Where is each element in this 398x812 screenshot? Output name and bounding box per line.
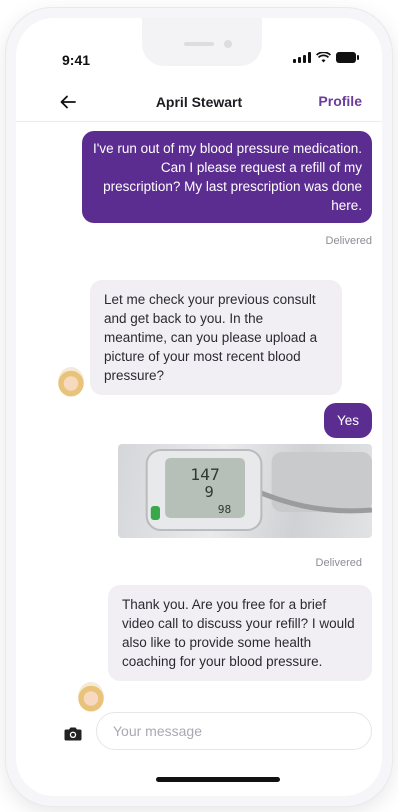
home-indicator[interactable] xyxy=(156,777,280,782)
phone-frame: 9:41 April Stewart Profile I've run out … xyxy=(6,8,392,806)
pulse-reading: 98 xyxy=(218,503,232,516)
front-camera xyxy=(224,40,232,48)
status-time: 9:41 xyxy=(62,52,91,68)
delivery-status: Delivered xyxy=(315,557,362,569)
battery-icon xyxy=(336,52,359,63)
message-input[interactable] xyxy=(96,712,372,750)
phone-screen: 9:41 April Stewart Profile I've run out … xyxy=(16,18,382,796)
delivery-status: Delivered xyxy=(325,235,372,247)
systolic-reading: 147 xyxy=(190,465,220,484)
camera-button[interactable] xyxy=(60,720,86,746)
incoming-message[interactable]: Let me check your previous consult and g… xyxy=(90,280,342,395)
outgoing-message[interactable]: Yes xyxy=(323,403,372,438)
notch xyxy=(142,18,262,66)
chat-header: April Stewart Profile xyxy=(16,82,382,122)
speaker-grille xyxy=(184,42,214,46)
status-bar: 9:41 xyxy=(16,18,382,82)
signal-icon xyxy=(293,52,311,63)
blood-pressure-monitor-image: 147 9 98 xyxy=(145,449,372,531)
message-composer xyxy=(16,706,382,762)
profile-link[interactable]: Profile xyxy=(318,93,362,109)
incoming-message[interactable]: Thank you. Are you free for a brief vide… xyxy=(108,585,372,681)
avatar xyxy=(58,367,84,397)
outgoing-message[interactable]: I've run out of my blood pressure medica… xyxy=(82,131,372,223)
camera-icon xyxy=(64,727,82,740)
wifi-icon xyxy=(316,52,331,63)
diastolic-reading: 9 xyxy=(205,483,214,501)
message-thread[interactable]: I've run out of my blood pressure medica… xyxy=(16,122,382,712)
status-icons xyxy=(293,52,359,63)
blood-pressure-photo[interactable]: 147 9 98 xyxy=(118,444,372,538)
